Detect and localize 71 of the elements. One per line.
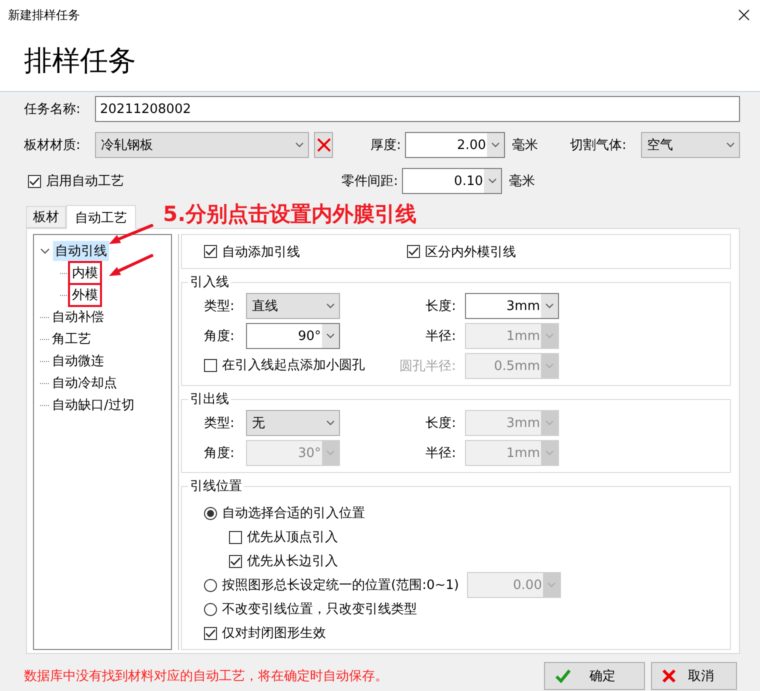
close-icon[interactable] <box>738 9 750 21</box>
ok-button[interactable]: 确定 <box>544 662 645 690</box>
tab[interactable]: 板材 <box>26 206 66 228</box>
field-label: 圆孔半径: <box>400 358 457 375</box>
field-label: 长度: <box>426 298 457 315</box>
checkbox-label[interactable]: 优先从顶点引入 <box>247 528 338 546</box>
checkbox-label[interactable]: 自动添加引线 <box>222 242 300 260</box>
task-name-field[interactable]: 20211208002 <box>95 96 740 122</box>
tree-item[interactable]: 自动补偿 <box>50 307 106 327</box>
tree-item[interactable]: 外模 <box>70 285 100 305</box>
checkbox-label[interactable]: 优先从长边引入 <box>247 552 338 570</box>
radio-button[interactable] <box>204 602 217 616</box>
tree-item[interactable]: 角工艺 <box>50 329 93 349</box>
annotation-arrow <box>108 254 154 278</box>
material-dropdown[interactable]: 冷轧钢板 <box>95 132 309 158</box>
page-heading: 排样任务 <box>23 43 137 79</box>
tree-item[interactable]: 内模 <box>70 263 100 283</box>
field-label: 类型: <box>204 298 234 315</box>
field-label: 半径: <box>426 445 457 462</box>
number-field[interactable]: 3mm <box>465 293 559 319</box>
tree-item[interactable]: 自动引线 <box>53 241 109 261</box>
checkbox-label[interactable]: 启用自动工艺 <box>46 172 124 190</box>
dropdown[interactable]: 无 <box>246 410 340 436</box>
close-icon <box>662 668 676 682</box>
field-label: 切割气体: <box>570 137 628 154</box>
window-title: 新建排样任务 <box>8 6 80 24</box>
warning-message: 数据库中没有找到材料对应的自动工艺，将在确定时自动保存。 <box>24 668 389 684</box>
group-title: 引入线 <box>189 274 230 291</box>
checkbox[interactable] <box>28 174 41 188</box>
checkbox[interactable] <box>204 358 217 372</box>
tree-item[interactable]: 自动微连 <box>50 351 106 371</box>
field-label: 板材材质: <box>24 137 82 154</box>
checkbox[interactable] <box>229 530 242 544</box>
group-title: 引线位置 <box>189 478 243 495</box>
check-icon <box>555 668 571 682</box>
gas-dropdown[interactable]: 空气 <box>641 132 740 158</box>
field-label: 半径: <box>426 328 457 345</box>
checkbox[interactable] <box>407 245 420 258</box>
dropdown[interactable]: 直线 <box>246 293 340 319</box>
cancel-button[interactable]: 取消 <box>651 662 737 690</box>
unit-label: 毫米 <box>512 137 539 154</box>
field-label: 角度: <box>204 445 234 462</box>
radio-button[interactable] <box>204 578 217 592</box>
radio-label[interactable]: 按照图形总长设定统一的位置(范围:0~1) <box>222 576 459 594</box>
number-field[interactable]: 90° <box>246 323 340 349</box>
field-label: 任务名称: <box>24 101 82 118</box>
tab[interactable]: 自动工艺 <box>66 205 136 229</box>
group-title: 引出线 <box>189 391 230 408</box>
field-label: 零件间距: <box>340 173 399 190</box>
radio-label[interactable]: 自动选择合适的引入位置 <box>222 504 365 522</box>
field-label: 角度: <box>204 328 234 345</box>
checkbox[interactable] <box>204 245 217 258</box>
tree-item[interactable]: 自动缺口/过切 <box>50 395 136 415</box>
tree-item[interactable]: 自动冷却点 <box>50 373 119 393</box>
radio-label[interactable]: 不改变引线位置，只改变引线类型 <box>222 600 417 618</box>
unit-label: 毫米 <box>509 173 536 190</box>
checkbox-label[interactable]: 在引入线起点添加小圆孔 <box>222 356 365 374</box>
checkbox[interactable] <box>204 626 217 640</box>
field-label: 类型: <box>204 415 234 432</box>
annotation-arrow <box>108 224 154 246</box>
checkbox-label[interactable]: 仅对封闭图形生效 <box>222 624 326 642</box>
expand-chevron-icon[interactable] <box>40 248 50 254</box>
spacing-field[interactable]: 0.10 <box>402 168 502 194</box>
annotation-text: 5.分别点击设置内外膜引线 <box>163 201 417 228</box>
checkbox-label[interactable]: 区分内外模引线 <box>425 242 516 260</box>
field-label: 长度: <box>426 415 457 432</box>
field-label: 厚度: <box>370 137 402 154</box>
thickness-field[interactable]: 2.00 <box>405 132 505 158</box>
radio-button[interactable] <box>204 506 217 520</box>
clear-button[interactable] <box>314 132 333 158</box>
checkbox[interactable] <box>229 554 242 568</box>
